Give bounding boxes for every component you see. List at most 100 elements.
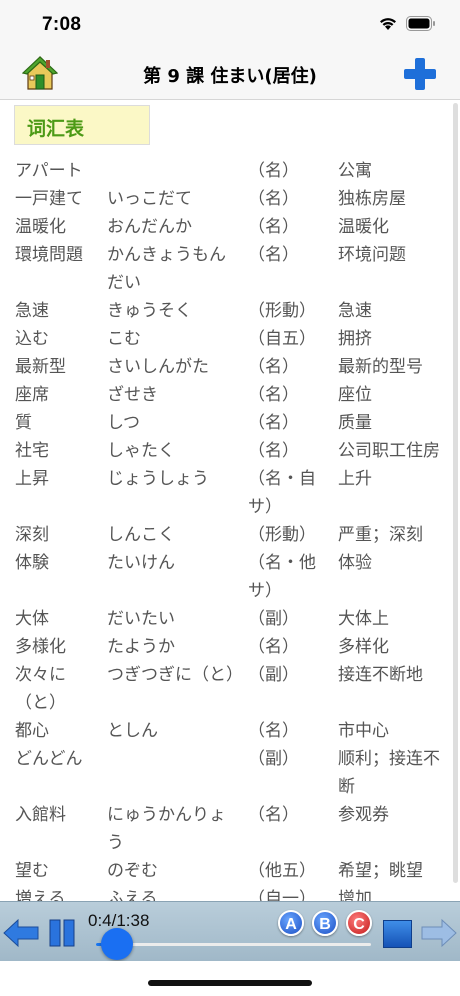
vocab-word: 入館料: [15, 805, 66, 825]
vocab-row: 大体 だいたい （副） 大体上: [0, 605, 450, 633]
vocab-reading: きゅうそく: [107, 301, 192, 321]
vocab-meaning: 环境问题: [338, 245, 406, 265]
vocab-pos: （自五）: [248, 329, 316, 349]
vocab-meaning: 质量: [338, 413, 372, 433]
loop-a-button[interactable]: A: [278, 910, 304, 936]
nav-bar: 第 9 課 住まい(居住): [0, 48, 460, 100]
vocab-pos: （名）: [248, 637, 299, 657]
vocab-row: 体験 たいけん （名・他サ） 体验: [0, 549, 450, 605]
next-arrow-icon[interactable]: [420, 918, 458, 948]
vocab-meaning: 公司职工住房: [338, 441, 440, 461]
vocab-meaning: 多样化: [338, 637, 389, 657]
vocab-pos: （名）: [248, 413, 299, 433]
stop-button[interactable]: [383, 920, 412, 948]
vocab-pos: （形動）: [248, 301, 316, 321]
home-indicator[interactable]: [148, 980, 312, 986]
vocab-pos: （副）: [248, 665, 299, 685]
vocab-row: 次々に（と） つぎつぎに（と） （副） 接连不断地: [0, 661, 450, 717]
vocab-reading: つぎつぎに（と）: [107, 665, 243, 685]
vocab-reading: のぞむ: [107, 861, 158, 881]
vocab-reading: さいしんがた: [107, 357, 209, 377]
status-bar: 7:08: [0, 0, 460, 48]
vocab-pos: （名）: [248, 805, 299, 825]
plus-icon[interactable]: [402, 56, 438, 92]
scrollbar[interactable]: [453, 103, 458, 883]
audio-player: 0:4/1:38 A B C: [0, 901, 460, 961]
vocab-pos: （副）: [248, 749, 299, 769]
pause-button[interactable]: [48, 918, 76, 948]
vocab-meaning: 上升: [338, 469, 372, 489]
vocab-meaning: 最新的型号: [338, 357, 423, 377]
vocab-word: 次々に（と）: [15, 665, 66, 713]
loop-b-button[interactable]: B: [312, 910, 338, 936]
vocab-pos: （自一）: [248, 889, 316, 901]
vocab-row: 上昇 じょうしょう （名・自サ） 上升: [0, 465, 450, 521]
vocab-word: 環境問題: [15, 245, 83, 265]
vocab-word: 体験: [15, 553, 49, 573]
vocab-word: 最新型: [15, 357, 66, 377]
prev-arrow-icon[interactable]: [2, 918, 40, 948]
vocab-pos: （名）: [248, 217, 299, 237]
vocab-word: 込む: [15, 329, 49, 349]
vocab-word: 大体: [15, 609, 49, 629]
vocab-reading: [92, 157, 240, 185]
vocab-row: 深刻 しんこく （形動） 严重；深刻: [0, 521, 450, 549]
house-icon[interactable]: [22, 55, 58, 91]
page-title: 第 9 課 住まい(居住): [143, 66, 317, 87]
vocab-word: 急速: [15, 301, 49, 321]
vocab-word: 多様化: [15, 637, 66, 657]
vocab-meaning: 拥挤: [338, 329, 372, 349]
vocab-meaning: 顺利；接连不断: [338, 749, 440, 797]
vocab-meaning: 公寓: [338, 161, 372, 181]
vocab-pos: （名）: [248, 721, 299, 741]
vocab-reading: おんだんか: [107, 217, 192, 237]
vocab-meaning: 温暖化: [338, 217, 389, 237]
vocab-row: 多様化 たようか （名） 多样化: [0, 633, 450, 661]
vocab-row: 質 しつ （名） 质量: [0, 409, 450, 437]
pause-icon: [49, 919, 75, 947]
vocab-pos: （名・他サ）: [248, 553, 316, 601]
vocab-meaning: 急速: [338, 301, 372, 321]
vocab-row: アパート （名） 公寓: [0, 157, 450, 185]
vocab-list: アパート （名） 公寓 一戸建て いっこだて （名） 独栋房屋 温暖化 おんだんか （名） 温暖化環…: [0, 157, 450, 901]
vocab-row: 望む のぞむ （他五） 希望；眺望: [0, 857, 450, 885]
vocab-word: 深刻: [15, 525, 49, 545]
vocab-reading: かんきょうもんだい: [107, 245, 226, 293]
vocab-pos: （副）: [248, 609, 299, 629]
vocab-reading: としん: [107, 721, 158, 741]
status-time: 7:08: [42, 14, 82, 35]
vocab-reading: しんこく: [107, 525, 175, 545]
battery-icon: [406, 16, 435, 31]
vocab-meaning: 座位: [338, 385, 372, 405]
vocab-reading: [92, 745, 240, 801]
vocab-reading: こむ: [107, 329, 141, 349]
slider-thumb[interactable]: [101, 928, 133, 960]
vocab-reading: たいけん: [107, 553, 175, 573]
vocab-meaning: 参观券: [338, 805, 389, 825]
vocab-meaning: 严重；深刻: [338, 525, 423, 545]
vocab-row: 最新型 さいしんがた （名） 最新的型号: [0, 353, 450, 381]
vocab-header-label: 词汇表: [27, 118, 85, 140]
vocab-row: 社宅 しゃたく （名） 公司职工住房: [0, 437, 450, 465]
vocab-content[interactable]: 词汇表 アパート （名） 公寓一戸建て いっこだて （名） 独栋房屋温暖化 おんだんか （名）…: [0, 101, 460, 901]
vocab-word: 望む: [15, 861, 49, 881]
vocab-word: 社宅: [15, 441, 49, 461]
vocab-reading: ざせき: [107, 385, 158, 405]
vocab-pos: （名）: [248, 161, 299, 181]
loop-clear-button[interactable]: C: [346, 910, 372, 936]
vocab-reading: にゅうかんりょう: [107, 805, 226, 853]
vocab-row: 増える ふえる （自一） 增加: [0, 885, 450, 901]
vocab-row: 温暖化 おんだんか （名） 温暖化: [0, 213, 450, 241]
vocab-word: アパート: [15, 161, 83, 181]
vocab-word: 一戸建て: [15, 189, 83, 209]
vocab-row: 都心 としん （名） 市中心: [0, 717, 450, 745]
vocab-pos: （名）: [248, 245, 299, 265]
vocab-row: 一戸建て いっこだて （名） 独栋房屋: [0, 185, 450, 213]
vocab-word: 座席: [15, 385, 49, 405]
wifi-icon: [380, 18, 396, 30]
progress-slider[interactable]: [96, 943, 371, 946]
vocab-pos: （名）: [248, 189, 299, 209]
vocab-row: 急速 きゅうそく （形動） 急速: [0, 297, 450, 325]
vocab-word: 質: [15, 413, 32, 433]
vocab-pos: （名）: [248, 357, 299, 377]
